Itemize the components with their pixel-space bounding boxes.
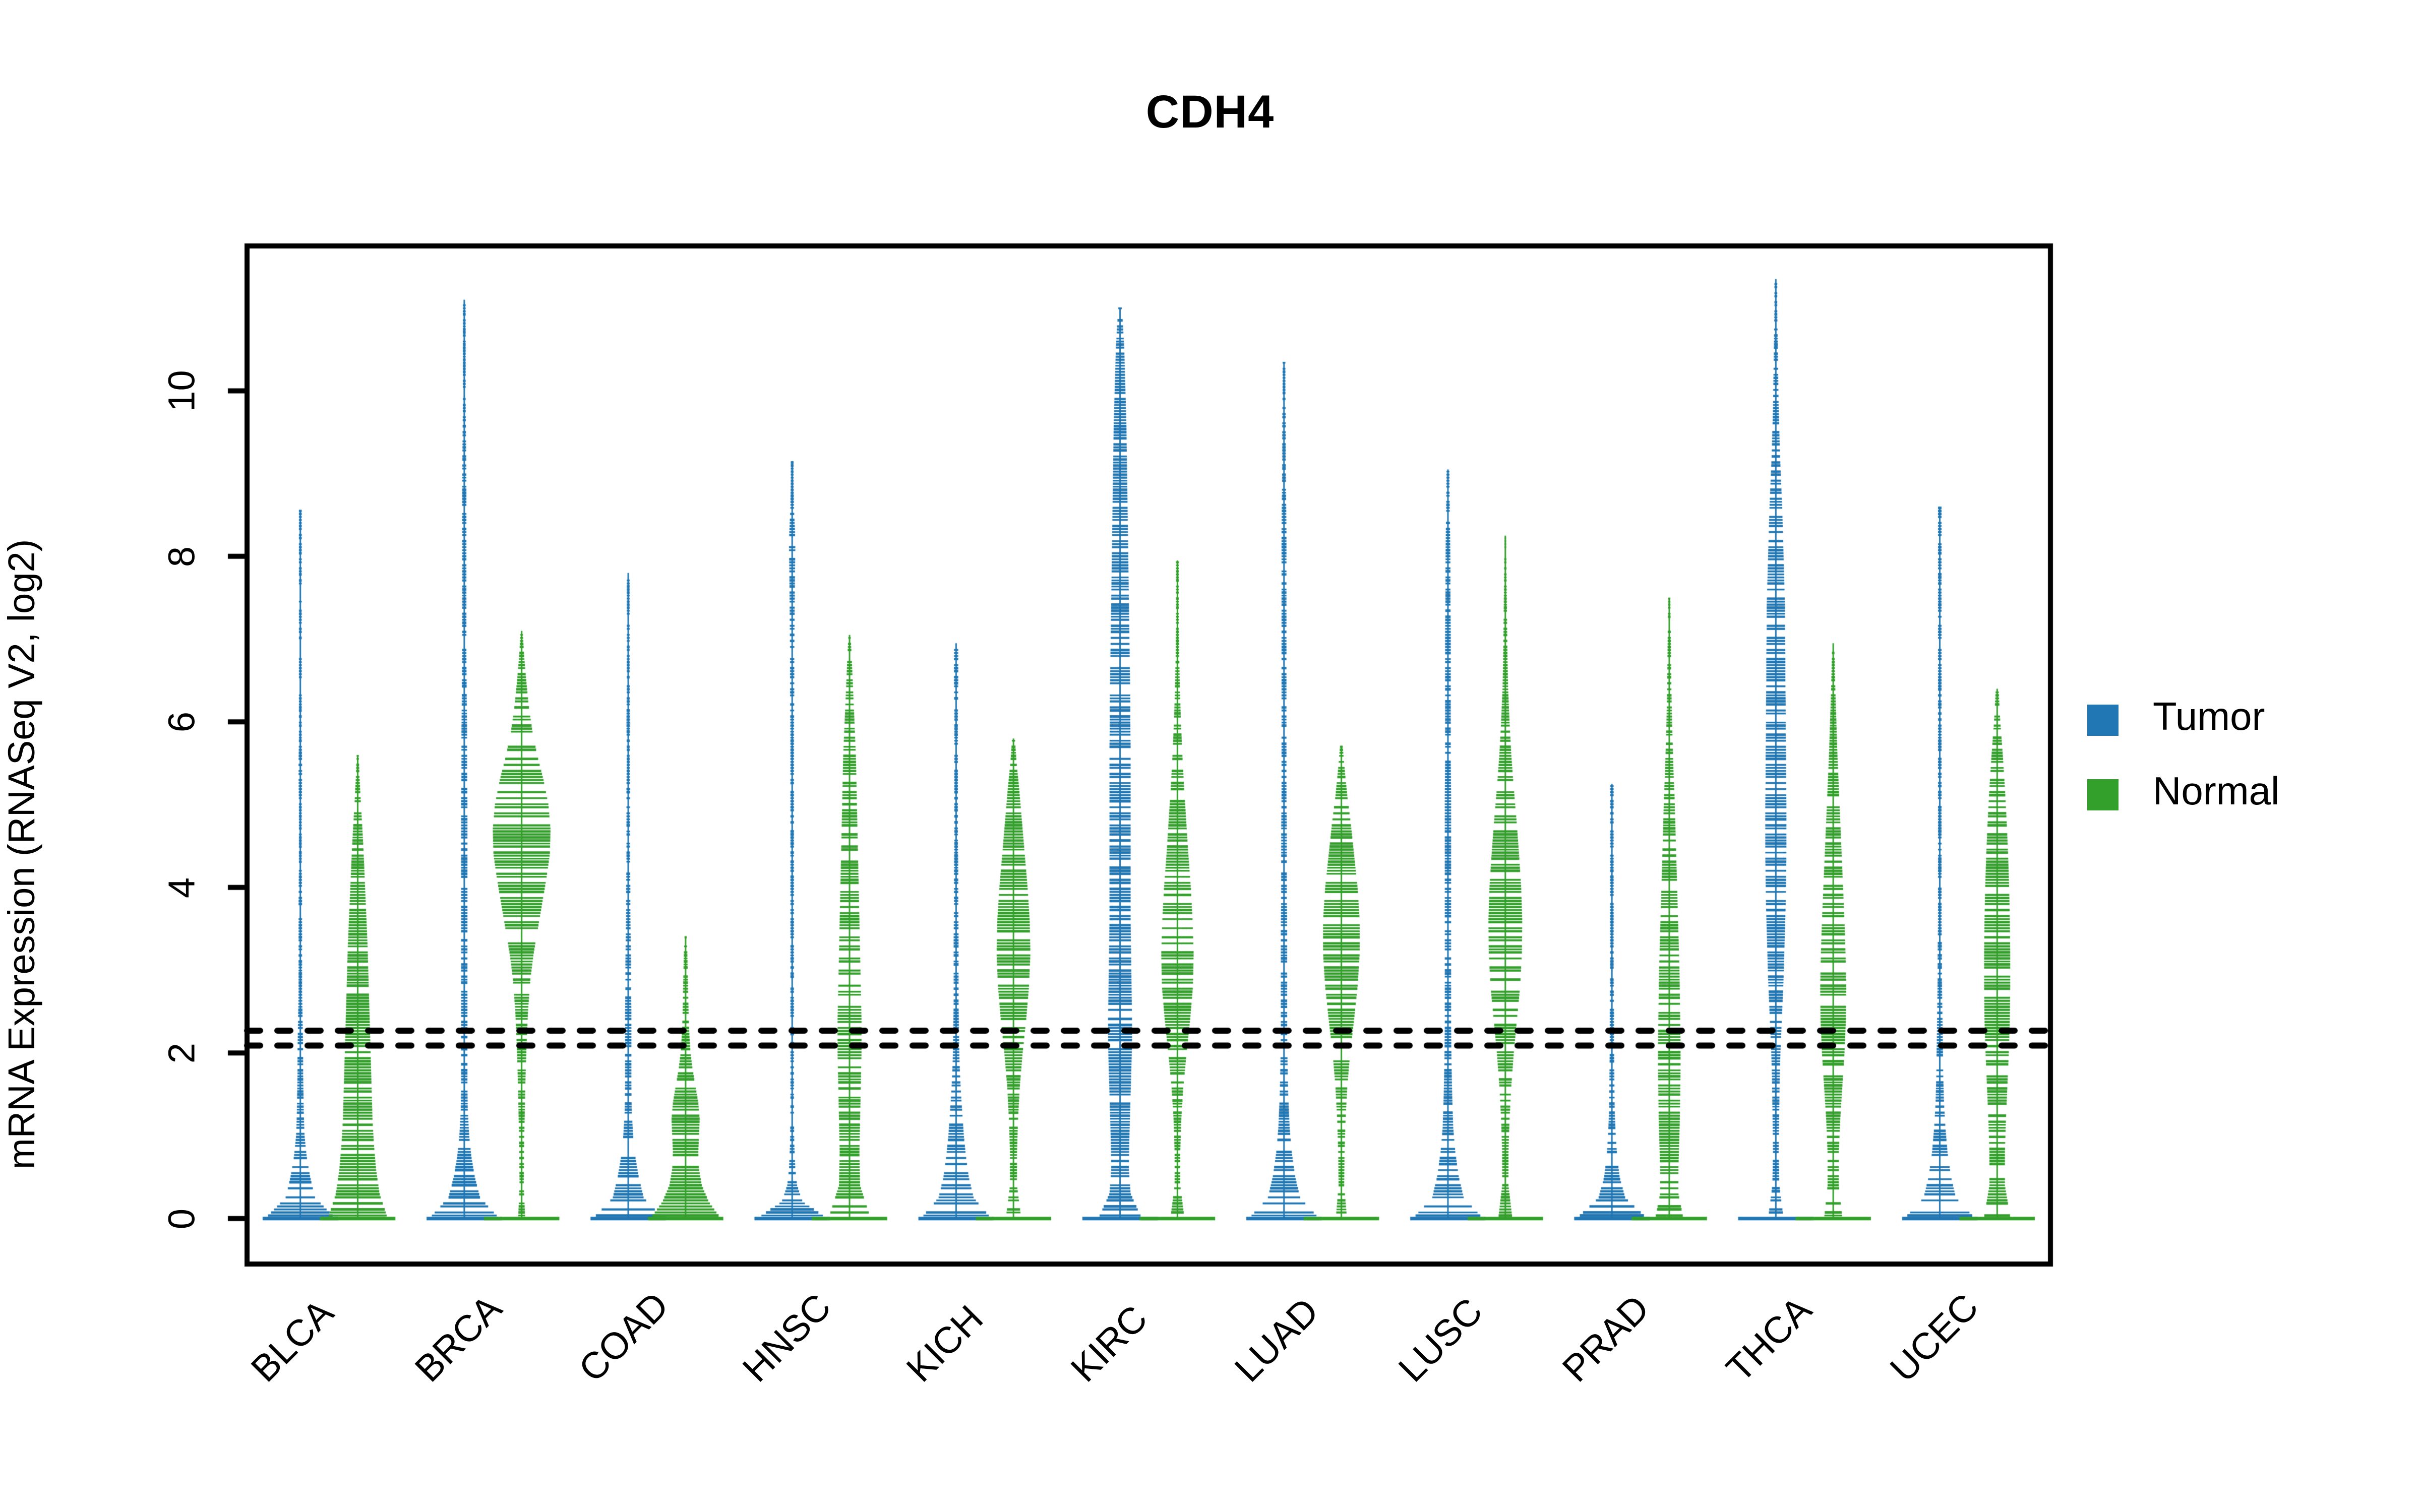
y-tick-label: 10 (160, 370, 203, 412)
legend-label-normal: Normal (2153, 769, 2280, 813)
page-title: CDH4 (1145, 86, 1275, 138)
legend-swatch-normal (2087, 779, 2119, 810)
y-tick-label: 0 (160, 1208, 203, 1229)
beanplot-canvas (0, 0, 2420, 1512)
y-tick-label: 2 (160, 1043, 203, 1064)
y-axis-title: mRNA Expression (RNASeq V2, log2) (0, 539, 43, 1169)
legend-swatch-tumor (2087, 705, 2119, 736)
y-tick-label: 8 (160, 546, 203, 567)
chart-figure: CDH4 mRNA Expression (RNASeq V2, log2) 0… (0, 0, 2420, 1512)
legend-label-tumor: Tumor (2153, 694, 2265, 738)
y-tick-label: 6 (160, 712, 203, 733)
y-tick-label: 4 (160, 877, 203, 898)
